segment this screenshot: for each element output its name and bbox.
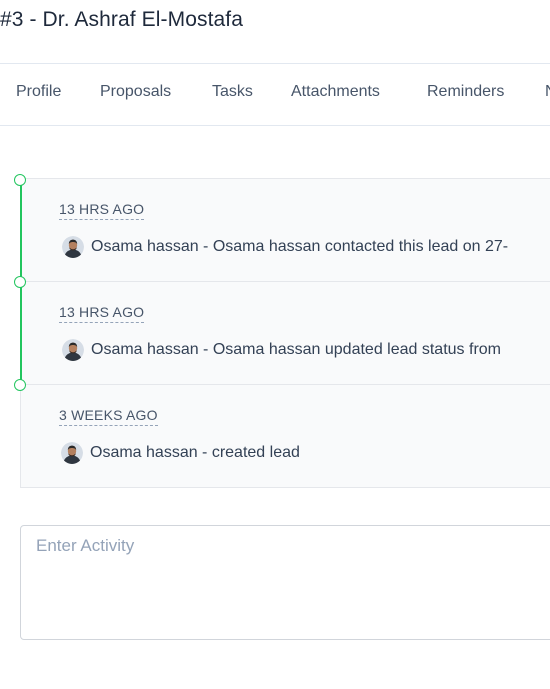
tab-notes[interactable]: N xyxy=(545,83,550,101)
timeline-dot xyxy=(14,379,26,391)
lead-tabs: Profile Proposals Tasks Attachments Remi… xyxy=(0,63,550,126)
tab-proposals[interactable]: Proposals xyxy=(100,83,171,101)
tab-tasks[interactable]: Tasks xyxy=(212,83,253,101)
user-avatar-icon[interactable] xyxy=(61,442,83,464)
activity-text: Osama hassan - created lead xyxy=(90,444,300,461)
activity-input[interactable] xyxy=(20,525,550,640)
activity-text: Osama hassan - Osama hassan updated lead… xyxy=(91,341,501,358)
tab-reminders[interactable]: Reminders xyxy=(427,83,504,101)
user-avatar-icon[interactable] xyxy=(62,339,84,361)
activity-time[interactable]: 13 HRS AGO xyxy=(59,201,145,220)
lead-title: #3 - Dr. Ashraf El-Mostafa xyxy=(0,8,244,31)
tab-attachments[interactable]: Attachments xyxy=(291,83,380,101)
activity-feed: 13 HRS AGO Osama hassan - Osama hassan c… xyxy=(20,178,550,488)
user-avatar-icon[interactable] xyxy=(62,236,84,258)
timeline-dot xyxy=(14,174,26,186)
lead-page: #3 - Dr. Ashraf El-Mostafa Profile Propo… xyxy=(0,0,550,689)
activity-time[interactable]: 13 HRS AGO xyxy=(59,304,145,323)
activity-time[interactable]: 3 WEEKS AGO xyxy=(59,407,158,426)
activity-item: 13 HRS AGO Osama hassan - Osama hassan c… xyxy=(21,179,550,281)
activity-item: 3 WEEKS AGO Osama hassan - created lead xyxy=(21,385,550,487)
activity-item: 13 HRS AGO Osama hassan - Osama hassan u… xyxy=(21,282,550,384)
activity-text: Osama hassan - Osama hassan contacted th… xyxy=(91,238,509,255)
tab-profile[interactable]: Profile xyxy=(16,83,61,101)
timeline-dot xyxy=(14,276,26,288)
